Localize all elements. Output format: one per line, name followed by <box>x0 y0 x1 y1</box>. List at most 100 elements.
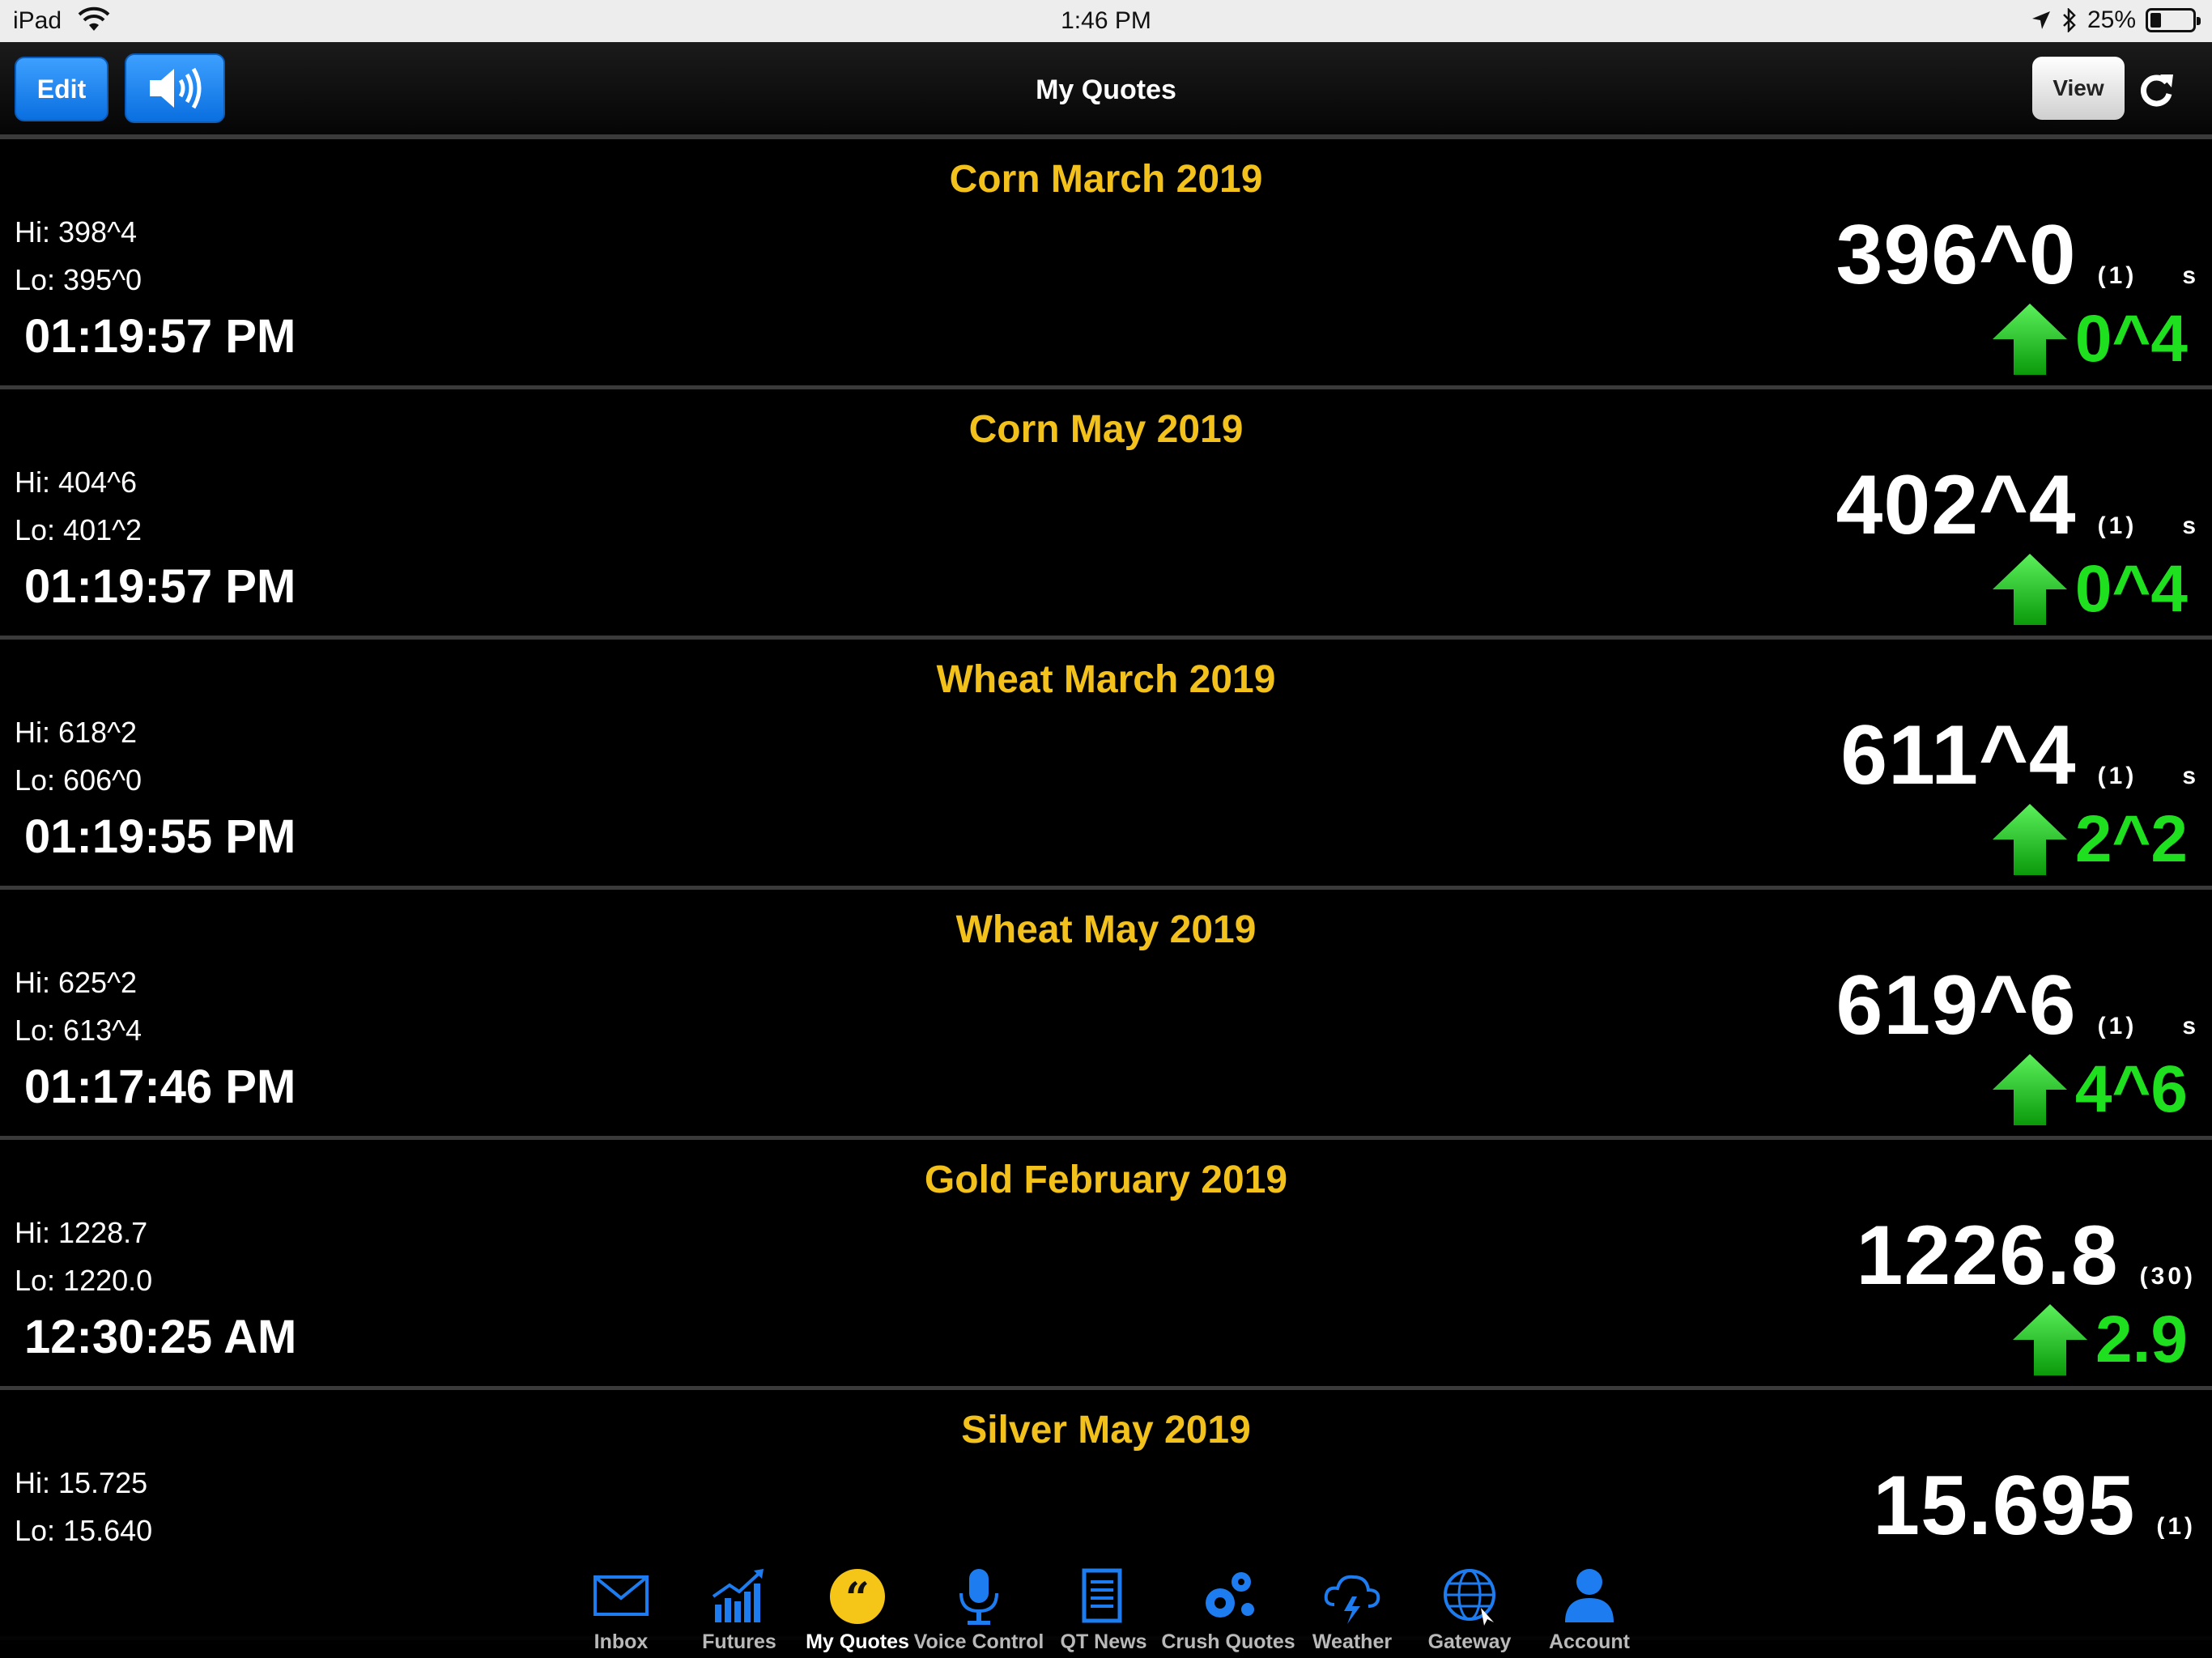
tab-label: Inbox <box>593 1630 649 1653</box>
quote-count: (1) <box>2156 1513 2196 1540</box>
up-arrow-icon <box>1992 804 2067 875</box>
quote-change-group: 0^4 <box>1991 551 2188 627</box>
quote-high: Hi: 625^2 <box>15 966 137 999</box>
quotes-list: Corn March 2019 Hi: 398^4 Lo: 395^0 01:1… <box>0 139 2212 1640</box>
quote-change: 0^4 <box>2074 552 2188 626</box>
quote-price-group: 396^0 (1) s <box>1836 207 2196 304</box>
up-arrow-icon <box>1992 1054 2067 1125</box>
quote-price: 611^4 <box>1840 708 2077 802</box>
microphone-icon <box>959 1569 998 1625</box>
quote-price-group: 402^4 (1) s <box>1836 457 2196 554</box>
quote-low: Lo: 401^2 <box>15 513 143 546</box>
quote-count: (1) <box>2097 262 2138 289</box>
quote-title: Gold February 2019 <box>924 1158 1288 1201</box>
quote-time: 01:17:46 PM <box>24 1061 296 1113</box>
nav-bar: Edit My Quotes View <box>0 42 2212 139</box>
quote-change: 2^2 <box>2074 802 2188 876</box>
quote-change: 2.9 <box>2095 1303 2188 1376</box>
quote-change-group: 2^2 <box>1991 801 2188 878</box>
quote-price-group: 611^4 (1) s <box>1840 708 2196 804</box>
quote-flag: s <box>2182 1013 2196 1039</box>
quote-count: (1) <box>2097 1013 2138 1039</box>
tab-label: My Quotes <box>806 1630 909 1653</box>
quote-row[interactable]: Gold February 2019 Hi: 1228.7 Lo: 1220.0… <box>0 1140 2212 1390</box>
quote-low: Lo: 613^4 <box>15 1014 143 1047</box>
up-arrow-icon <box>1992 554 2067 625</box>
refresh-icon <box>2141 74 2173 107</box>
storm-cloud-icon <box>1324 1575 1380 1624</box>
quote-count: (30) <box>2139 1263 2196 1290</box>
quote-row[interactable]: Wheat May 2019 Hi: 625^2 Lo: 613^4 01:17… <box>0 890 2212 1140</box>
up-arrow-icon <box>2013 1304 2087 1375</box>
globe-icon <box>1444 1569 1495 1626</box>
quote-price-group: 619^6 (1) s <box>1836 958 2196 1054</box>
quote-price: 15.695 <box>1873 1459 2136 1553</box>
quote-price-group: 15.695 (1) <box>1873 1458 2196 1554</box>
chart-icon <box>712 1569 764 1622</box>
quote-title: Corn May 2019 <box>968 408 1244 451</box>
tab-bar: Inbox Futures “ My Quotes Voice Control … <box>0 1554 2212 1658</box>
tab-account[interactable]: Account <box>1516 1554 1662 1658</box>
status-right: 25% <box>2031 6 2201 34</box>
quote-row[interactable]: Corn May 2019 Hi: 404^6 Lo: 401^2 01:19:… <box>0 389 2212 640</box>
quote-time: 01:19:57 PM <box>24 310 296 363</box>
tab-voice-control[interactable]: Voice Control <box>906 1554 1052 1658</box>
battery-percent: 25% <box>2087 6 2136 33</box>
bluetooth-icon <box>2063 8 2076 32</box>
quote-high: Hi: 15.725 <box>15 1466 148 1499</box>
quote-low: Lo: 15.640 <box>15 1514 153 1547</box>
quote-price-group: 1226.8 (30) <box>1857 1208 2196 1304</box>
tab-label: Futures <box>702 1630 776 1653</box>
quote-high: Hi: 404^6 <box>15 466 137 499</box>
tab-label: QT News <box>1060 1630 1147 1653</box>
quote-title: Corn March 2019 <box>949 158 1263 201</box>
quote-change: 4^6 <box>2074 1052 2188 1126</box>
quote-flag: s <box>2182 763 2196 789</box>
quote-change-group: 4^6 <box>1991 1052 2188 1128</box>
quote-row[interactable]: Corn March 2019 Hi: 398^4 Lo: 395^0 01:1… <box>0 139 2212 389</box>
quote-flag: s <box>2182 512 2196 539</box>
quote-icon: “ <box>830 1569 885 1624</box>
quote-title: Silver May 2019 <box>961 1409 1251 1452</box>
tab-label: Gateway <box>1427 1630 1512 1653</box>
news-icon <box>1082 1568 1122 1623</box>
quote-row[interactable]: Wheat March 2019 Hi: 618^2 Lo: 606^0 01:… <box>0 640 2212 890</box>
status-time: 1:46 PM <box>1061 7 1151 34</box>
battery-icon <box>2146 8 2201 32</box>
tab-label: Voice Control <box>913 1630 1044 1653</box>
quote-high: Hi: 1228.7 <box>15 1216 148 1249</box>
up-arrow-icon <box>1992 304 2067 375</box>
quote-title: Wheat May 2019 <box>955 908 1257 951</box>
quote-count: (1) <box>2097 512 2138 539</box>
tab-label: Account <box>1549 1630 1630 1653</box>
quote-high: Hi: 618^2 <box>15 716 137 749</box>
person-icon <box>1565 1569 1614 1622</box>
quote-low: Lo: 395^0 <box>15 263 143 296</box>
quote-price: 619^6 <box>1836 959 2077 1052</box>
quote-high: Hi: 398^4 <box>15 215 137 249</box>
tab-qt-news[interactable]: QT News <box>1031 1554 1176 1658</box>
quote-time: 01:19:57 PM <box>24 560 296 613</box>
quote-change-group: 2.9 <box>2011 1302 2188 1378</box>
page-title: My Quotes <box>1036 74 1176 105</box>
quote-change-group: 0^4 <box>1991 301 2188 377</box>
quote-title: Wheat March 2019 <box>936 658 1276 701</box>
quote-time: 01:19:55 PM <box>24 810 296 863</box>
quote-low: Lo: 606^0 <box>15 763 143 797</box>
gears-icon <box>1206 1572 1254 1618</box>
tab-label: Weather <box>1312 1630 1393 1653</box>
refresh-button[interactable] <box>2133 66 2180 113</box>
quote-low: Lo: 1220.0 <box>15 1264 153 1297</box>
quote-price: 1226.8 <box>1856 1209 2119 1303</box>
location-icon <box>2031 11 2050 29</box>
battery-fill <box>2150 13 2161 28</box>
svg-text:“: “ <box>845 1574 870 1623</box>
view-button[interactable]: View <box>2032 57 2125 120</box>
quote-change: 0^4 <box>2074 302 2188 376</box>
status-bar: iPad 1:46 PM 25% <box>0 0 2212 42</box>
envelope-icon <box>593 1575 649 1616</box>
quote-time: 12:30:25 AM <box>24 1311 297 1363</box>
quote-flag: s <box>2182 262 2196 289</box>
tab-label: Crush Quotes <box>1161 1630 1295 1653</box>
quote-price: 396^0 <box>1836 208 2077 302</box>
